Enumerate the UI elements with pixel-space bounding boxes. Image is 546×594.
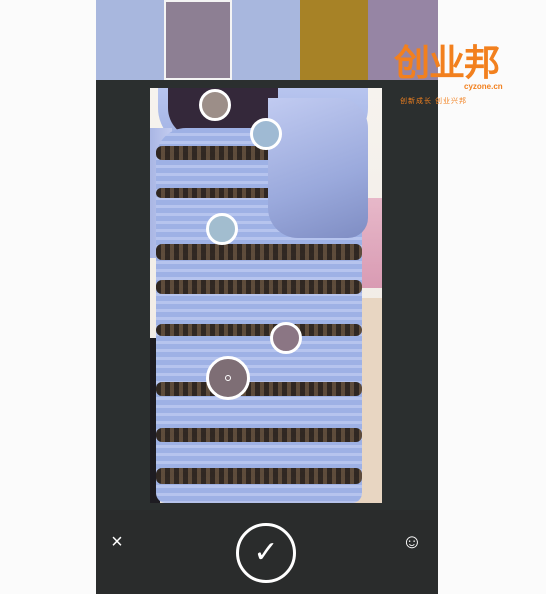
color-sample-marker[interactable] bbox=[250, 118, 282, 150]
color-sample-marker[interactable] bbox=[206, 213, 238, 245]
close-icon[interactable]: × bbox=[105, 530, 129, 554]
color-swatch[interactable] bbox=[96, 0, 164, 80]
color-picker-app: × ✓ ☺ bbox=[96, 0, 438, 594]
dress-lace-band bbox=[156, 280, 362, 294]
dress-lace-band bbox=[156, 244, 362, 260]
photo-jacket bbox=[268, 98, 368, 238]
left-margin bbox=[0, 0, 96, 594]
color-swatch[interactable] bbox=[232, 0, 300, 80]
emoji-icon[interactable]: ☺ bbox=[400, 530, 424, 554]
confirm-check-button[interactable]: ✓ bbox=[236, 523, 296, 583]
dress-lace-band bbox=[156, 324, 362, 336]
color-swatch[interactable] bbox=[300, 0, 368, 80]
right-margin bbox=[438, 0, 546, 594]
color-sample-marker[interactable] bbox=[270, 322, 302, 354]
color-sample-marker[interactable] bbox=[206, 356, 250, 400]
dress-lace-band bbox=[156, 428, 362, 442]
color-swatch[interactable] bbox=[164, 0, 232, 80]
dress-photo bbox=[150, 88, 382, 503]
color-palette bbox=[96, 0, 438, 80]
marker-center-dot bbox=[225, 375, 231, 381]
color-sample-marker[interactable] bbox=[199, 89, 231, 121]
dress-lace-band bbox=[156, 468, 362, 484]
color-swatch[interactable] bbox=[368, 0, 438, 80]
dress-lace-band bbox=[156, 382, 362, 396]
